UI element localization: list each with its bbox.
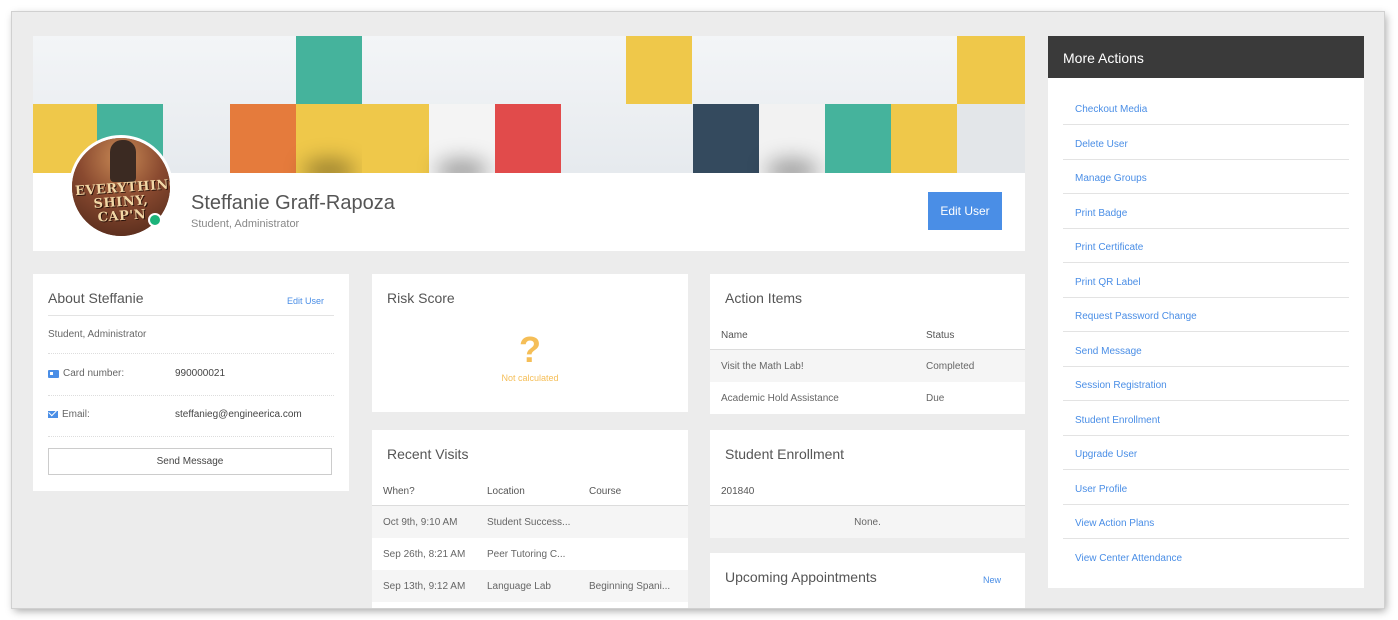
about-card: About Steffanie Edit User Student, Admin… xyxy=(33,274,349,491)
banner-tile xyxy=(759,104,825,173)
banner-tile xyxy=(825,104,891,173)
app-frame: EVERYTHING'S SHINY, CAP'N Steffanie Graf… xyxy=(12,12,1384,608)
action-print-badge[interactable]: Print Badge xyxy=(1063,194,1349,229)
email-value: steffanieg@engineerica.com xyxy=(175,409,302,420)
page-title: Steffanie Graff-Rapoza xyxy=(191,192,395,214)
question-mark-icon: ? xyxy=(519,329,541,370)
visit-course: Beginning Spani... xyxy=(589,581,671,592)
action-user-profile[interactable]: User Profile xyxy=(1063,470,1349,505)
action-session-registration[interactable]: Session Registration xyxy=(1063,366,1349,401)
visit-when: Sep 13th, 9:12 AM xyxy=(383,581,466,592)
recent-visits-card: Recent Visits When? Location Course Oct … xyxy=(372,430,688,608)
action-checkout-media[interactable]: Checkout Media xyxy=(1063,90,1349,125)
table-row[interactable]: Academic Hold Assistance Due xyxy=(710,382,1025,414)
banner-tile xyxy=(362,104,429,173)
action-item-name: Visit the Math Lab! xyxy=(721,361,804,372)
upcoming-appointments-title: Upcoming Appointments xyxy=(725,569,877,585)
email-label: Email: xyxy=(48,409,90,420)
action-manage-groups[interactable]: Manage Groups xyxy=(1063,159,1349,194)
risk-score-title: Risk Score xyxy=(387,290,455,306)
action-request-password-change[interactable]: Request Password Change xyxy=(1063,297,1349,332)
action-upgrade-user[interactable]: Upgrade User xyxy=(1063,435,1349,470)
banner-tile xyxy=(296,104,362,173)
action-view-action-plans[interactable]: View Action Plans xyxy=(1063,504,1349,539)
banner-tile xyxy=(495,104,561,173)
risk-score-status: Not calculated xyxy=(501,373,559,383)
banner-tile xyxy=(230,104,296,173)
email-label-text: Email: xyxy=(62,409,90,420)
card-number-label: Card number: xyxy=(48,368,124,379)
banner-tile xyxy=(957,36,1025,104)
table-row[interactable]: Oct 9th, 9:10 AM Student Success... xyxy=(372,506,688,538)
table-row[interactable]: Sep 13th, 9:12 AM Language Lab Beginning… xyxy=(372,570,688,602)
id-card-icon xyxy=(48,369,59,378)
profile-header-card: EVERYTHING'S SHINY, CAP'N Steffanie Graf… xyxy=(33,36,1025,251)
action-print-certificate[interactable]: Print Certificate xyxy=(1063,228,1349,263)
enrollment-empty: None. xyxy=(854,517,881,528)
more-actions-title: More Actions xyxy=(1048,36,1364,78)
action-items-title: Action Items xyxy=(725,290,803,306)
divider xyxy=(48,436,334,437)
visit-when: Sep 26th, 8:21 AM xyxy=(383,549,466,560)
divider xyxy=(48,395,334,396)
envelope-icon xyxy=(48,411,58,418)
banner-tile xyxy=(429,104,495,173)
about-edit-user-link[interactable]: Edit User xyxy=(287,296,324,306)
about-title: About Steffanie xyxy=(48,290,144,306)
avatar-figure xyxy=(110,140,136,182)
upcoming-appointments-card: Upcoming Appointments New xyxy=(710,553,1025,608)
action-send-message[interactable]: Send Message xyxy=(1063,332,1349,367)
column-header-course: Course xyxy=(589,486,622,497)
about-roles: Student, Administrator xyxy=(48,329,147,340)
visit-when: Oct 9th, 9:10 AM xyxy=(383,517,458,528)
risk-score-card: Risk Score ? Not calculated xyxy=(372,274,688,412)
column-header-when: When? xyxy=(383,486,415,497)
recent-visits-title: Recent Visits xyxy=(387,446,469,462)
student-enrollment-card: Student Enrollment 201840 None. xyxy=(710,430,1025,538)
action-delete-user[interactable]: Delete User xyxy=(1063,125,1349,160)
enrollment-term: 201840 xyxy=(721,486,755,497)
profile-banner xyxy=(33,36,1025,173)
action-item-status: Completed xyxy=(926,361,975,372)
send-message-button[interactable]: Send Message xyxy=(48,448,332,475)
banner-tile xyxy=(693,104,759,173)
action-item-name: Academic Hold Assistance xyxy=(721,393,839,404)
action-view-center-attendance[interactable]: View Center Attendance xyxy=(1063,539,1349,574)
banner-tile xyxy=(891,104,957,173)
table-row[interactable]: Sep 26th, 8:21 AM Peer Tutoring C... xyxy=(372,538,688,570)
user-roles: Student, Administrator xyxy=(191,218,300,230)
visit-location: Peer Tutoring C... xyxy=(487,549,566,560)
action-student-enrollment[interactable]: Student Enrollment xyxy=(1063,401,1349,436)
action-print-qr-label[interactable]: Print QR Label xyxy=(1063,263,1349,298)
column-header-status: Status xyxy=(926,330,955,341)
more-actions-panel: More Actions Checkout Media Delete User … xyxy=(1048,36,1364,588)
card-number-value: 990000021 xyxy=(175,368,226,379)
visit-location: Language Lab xyxy=(487,581,551,592)
banner-tile xyxy=(296,36,362,104)
banner-tile xyxy=(957,104,1025,173)
column-header-location: Location xyxy=(487,486,525,497)
student-enrollment-title: Student Enrollment xyxy=(725,446,845,462)
banner-tile xyxy=(626,36,692,104)
divider xyxy=(48,315,334,316)
table-row[interactable]: Visit the Math Lab! Completed xyxy=(710,350,1025,382)
edit-user-button[interactable]: Edit User xyxy=(928,192,1002,230)
action-item-status: Due xyxy=(926,393,945,404)
new-appointment-link[interactable]: New xyxy=(983,575,1001,585)
action-items-card: Action Items Name Status Visit the Math … xyxy=(710,274,1025,414)
visit-location: Student Success... xyxy=(487,517,571,528)
divider xyxy=(48,353,334,354)
column-header-name: Name xyxy=(721,330,748,341)
online-status-icon xyxy=(148,213,162,227)
table-row: None. xyxy=(710,506,1025,538)
card-number-label-text: Card number: xyxy=(63,368,125,379)
